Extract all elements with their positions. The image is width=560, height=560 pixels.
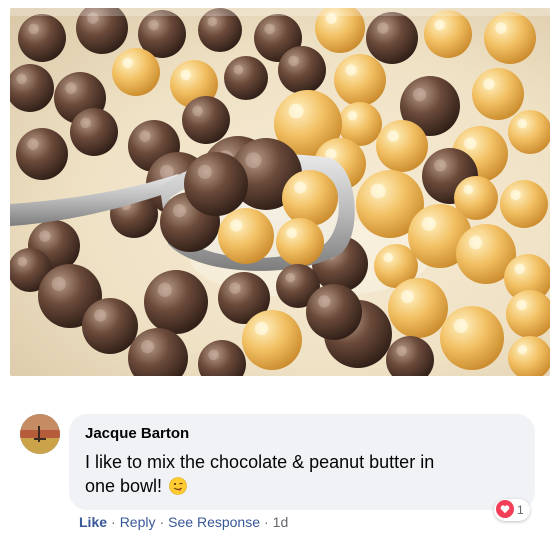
separator: · — [111, 514, 116, 530]
separator: · — [264, 514, 269, 530]
reaction-count: 1 — [517, 503, 524, 517]
heart-reaction-icon — [496, 499, 514, 521]
comment-actions: Like · Reply · See Response · 1d — [79, 512, 288, 532]
timestamp[interactable]: 1d — [273, 512, 289, 532]
like-link[interactable]: Like — [79, 512, 107, 532]
avatar[interactable] — [20, 414, 60, 454]
see-response-link[interactable]: See Response — [168, 512, 260, 532]
comment-text-wrap: I like to mix the chocolate & peanut but… — [83, 450, 445, 501]
comment-author[interactable]: Jacque Barton — [83, 424, 521, 444]
winking-tongue-emoji-icon — [169, 477, 187, 501]
reply-link[interactable]: Reply — [120, 512, 156, 532]
post-photo[interactable] — [10, 8, 550, 376]
avatar-image — [20, 414, 60, 454]
comment-text: I like to mix the chocolate & peanut but… — [85, 452, 435, 496]
separator: · — [159, 514, 165, 530]
comment-bubble: Jacque Barton I like to mix the chocolat… — [69, 414, 535, 510]
reaction-badge[interactable]: 1 — [494, 499, 530, 521]
cereal-image — [10, 8, 550, 376]
